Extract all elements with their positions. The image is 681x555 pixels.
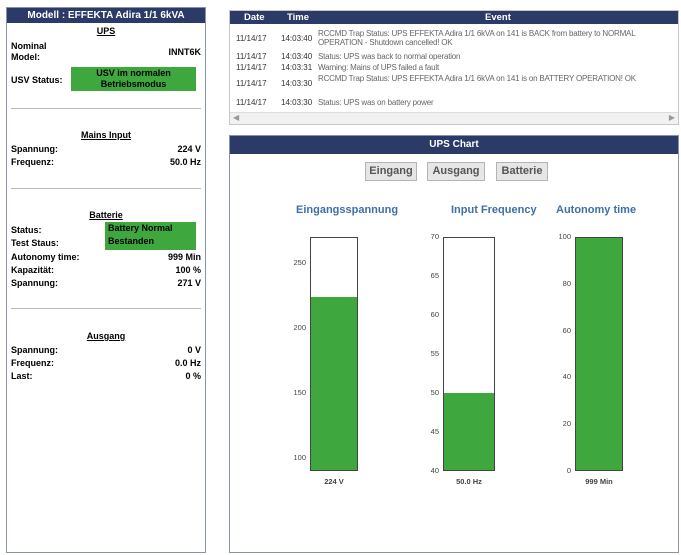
chart-tick-label: 65 [430, 271, 439, 280]
ausgang-heading: Ausgang [86, 331, 126, 341]
event-text: RCCMD Trap Status: UPS EFFEKTA Adira 1/1… [318, 74, 636, 83]
divider [11, 308, 201, 309]
event-text: Status: UPS was back to normal operation [318, 52, 461, 61]
battery-status-value: Battery Normal [108, 223, 173, 233]
chart-tick-label: 70 [430, 232, 439, 241]
chart-bar-fill [311, 297, 357, 470]
time-column-header[interactable]: Time [287, 12, 309, 23]
usv-status-label: USV Status: [11, 75, 63, 85]
output-frequency-value: 0.0 Hz [174, 358, 201, 368]
chart-tick-label: 40 [562, 372, 571, 382]
horizontal-scrollbar[interactable]: ◀ ▶ [230, 112, 678, 124]
chart-tick-label: 20 [562, 419, 571, 429]
chart-tick-label: 100 [558, 232, 571, 241]
event-time: 14:03:31 [281, 63, 313, 72]
batterie-heading: Batterie [89, 210, 123, 220]
event-date: 11/14/17 [236, 52, 267, 61]
date-column-header[interactable]: Date [244, 12, 265, 23]
nominal-model-label: Nominal Model: [11, 41, 47, 62]
chart-value-label: 50.0 Hz [456, 477, 482, 486]
output-voltage-label: Spannung: [11, 345, 58, 355]
battery-voltage-value: 271 V [177, 278, 201, 288]
chart-bar-frame [575, 237, 623, 471]
event-row[interactable]: 11/14/17 14:03:30 RCCMD Trap Status: UPS… [230, 74, 678, 96]
event-date: 11/14/17 [236, 34, 267, 43]
divider [11, 108, 201, 109]
battery-test-label: Test Staus: [11, 238, 59, 248]
mains-voltage-value: 224 V [177, 144, 201, 154]
scroll-left-icon[interactable]: ◀ [233, 113, 239, 122]
event-text: Status: UPS was on battery power [318, 98, 434, 107]
chart-tick-label: 40 [430, 466, 439, 475]
chart-tick-label: 60 [430, 310, 439, 319]
chart-value-label: 224 V [324, 477, 344, 486]
ups-info-panel: Modell : EFFEKTA Adira 1/1 6kVA UPS Nomi… [6, 7, 206, 553]
ausgang-button[interactable]: Ausgang [427, 162, 485, 181]
battery-test-value: Bestanden [108, 236, 155, 246]
ups-section-heading: UPS [96, 26, 116, 36]
event-text: RCCMD Trap Status: UPS EFFEKTA Adira 1/1… [318, 29, 636, 47]
event-column-header[interactable]: Event [485, 12, 511, 23]
chart-title-autonomy: Autonomy time [556, 204, 637, 216]
event-time: 14:03:30 [281, 98, 313, 107]
chart-tick-label: 80 [562, 278, 571, 288]
capacity-label: Kapazität: [11, 265, 55, 275]
event-text: Warning: Mains of UPS failed a fault [318, 63, 440, 72]
chart-title-input-frequency: Input Frequency [451, 204, 537, 216]
chart-tick-label: 0 [566, 466, 571, 475]
output-voltage-value: 0 V [187, 345, 201, 355]
eingang-button[interactable]: Eingang [365, 162, 417, 181]
mains-frequency-label: Frequenz: [11, 157, 55, 167]
chart-tick-label: 55 [430, 349, 439, 358]
divider [11, 188, 201, 189]
scroll-right-icon[interactable]: ▶ [669, 113, 675, 122]
mains-frequency-value: 50.0 Hz [169, 157, 201, 167]
capacity-value: 100 % [175, 265, 201, 275]
battery-status-label: Status: [11, 225, 42, 235]
chart-tick-label: 250 [293, 258, 306, 267]
chart-bar-frame [443, 237, 495, 471]
usv-status-badge: USV im normalen Betriebsmodus [71, 67, 196, 91]
chart-tick-label: 60 [562, 325, 571, 335]
nominal-model-row: Nominal Model: INNT6K [11, 41, 201, 65]
event-log-header: Date Time Event [230, 11, 678, 24]
chart-tick-label: 200 [293, 323, 306, 332]
event-log-table[interactable]: Date Time Event 11/14/17 14:03:40 RCCMD … [229, 10, 679, 125]
event-time: 14:03:40 [281, 52, 313, 61]
chart-bar-fill [444, 392, 494, 470]
nominal-model-value: INNT6K [168, 47, 201, 57]
autonomy-label: Autonomy time: [11, 252, 80, 262]
chart-tick-label: 150 [293, 388, 306, 397]
output-load-value: 0 % [185, 371, 201, 381]
mains-voltage-label: Spannung: [11, 144, 58, 154]
battery-voltage-label: Spannung: [11, 278, 58, 288]
event-row[interactable]: 11/14/17 14:03:40 RCCMD Trap Status: UPS… [230, 29, 678, 51]
chart-bar-frame [310, 237, 358, 471]
autonomy-value: 999 Min [167, 252, 201, 262]
output-frequency-label: Frequenz: [11, 358, 55, 368]
chart-tick-label: 50 [430, 388, 439, 397]
ups-chart-title: UPS Chart [230, 136, 678, 154]
event-date: 11/14/17 [236, 79, 267, 88]
event-time: 14:03:30 [281, 79, 313, 88]
event-date: 11/14/17 [236, 98, 267, 107]
ups-chart-panel: UPS Chart Eingang Ausgang Batterie Einga… [229, 135, 679, 553]
chart-bar-fill [576, 238, 622, 470]
event-date: 11/14/17 [236, 63, 267, 72]
chart-tick-label: 100 [293, 453, 306, 462]
output-load-label: Last: [11, 371, 33, 381]
event-time: 14:03:40 [281, 34, 313, 43]
battery-status-badge: Battery Normal Bestanden [105, 222, 196, 250]
mains-input-heading: Mains Input [81, 130, 131, 140]
model-title: Modell : EFFEKTA Adira 1/1 6kVA [7, 8, 205, 23]
chart-value-label: 999 Min [585, 477, 613, 486]
chart-title-input-voltage: Eingangsspannung [296, 204, 399, 216]
chart-tick-label: 45 [430, 427, 439, 436]
batterie-button[interactable]: Batterie [496, 162, 548, 181]
